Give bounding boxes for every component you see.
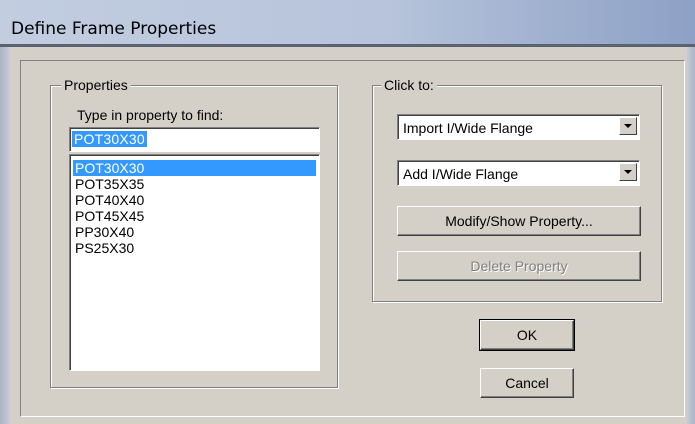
- property-search-input[interactable]: POT30X30: [69, 127, 320, 152]
- ok-button[interactable]: OK: [479, 319, 575, 351]
- import-section-dropdown[interactable]: Import I/Wide Flange: [397, 114, 640, 140]
- cancel-button[interactable]: Cancel: [480, 368, 574, 398]
- chevron-down-icon[interactable]: [619, 117, 637, 135]
- click-to-legend: Click to:: [381, 77, 437, 93]
- property-list[interactable]: POT30X30 POT35X35 POT40X40 POT45X45 PP30…: [69, 154, 320, 371]
- import-dropdown-value: Import I/Wide Flange: [403, 120, 533, 136]
- add-dropdown-value: Add I/Wide Flange: [403, 166, 519, 182]
- list-item[interactable]: PP30X40: [73, 224, 134, 240]
- list-item[interactable]: POT40X40: [73, 192, 144, 208]
- title-bar[interactable]: Define Frame Properties: [0, 0, 695, 44]
- search-label: Type in property to find:: [77, 107, 224, 123]
- list-item[interactable]: POT35X35: [73, 176, 144, 192]
- list-item[interactable]: POT30X30: [73, 160, 316, 176]
- window-right-border: [687, 47, 695, 424]
- search-input-text: POT30X30: [72, 131, 147, 147]
- properties-legend: Properties: [61, 77, 131, 93]
- list-item[interactable]: PS25X30: [73, 240, 134, 256]
- window-title: Define Frame Properties: [11, 19, 217, 39]
- chevron-down-icon[interactable]: [619, 163, 637, 181]
- window-left-border: [0, 47, 10, 424]
- add-section-dropdown[interactable]: Add I/Wide Flange: [397, 160, 640, 186]
- list-item[interactable]: POT45X45: [73, 208, 144, 224]
- modify-show-property-button[interactable]: Modify/Show Property...: [397, 206, 641, 236]
- delete-property-button[interactable]: Delete Property: [397, 251, 641, 281]
